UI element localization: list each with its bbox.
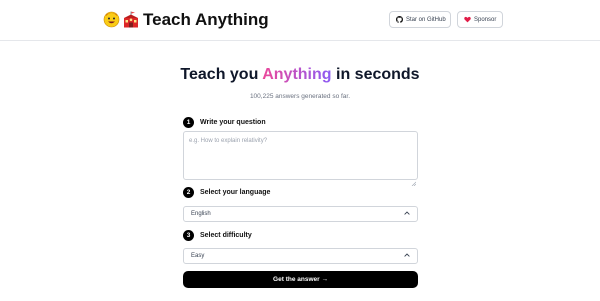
chevron-up-icon (404, 211, 410, 217)
star-on-github-button[interactable]: Star on GitHub (389, 11, 451, 28)
sponsor-button-label: Sponsor (474, 16, 497, 23)
school-icon (122, 11, 139, 28)
language-value: English (191, 211, 211, 217)
hero-headline: Teach you Anything in seconds (0, 66, 600, 84)
heart-icon (464, 16, 471, 23)
app-title[interactable]: Teach Anything (143, 10, 269, 30)
step-number-badge: 2 (183, 187, 194, 198)
step-number-badge: 1 (183, 117, 194, 128)
step-language: 2 Select your language (183, 187, 270, 198)
answer-count-text: 100,225 answers generated so far. (249, 93, 351, 100)
headline-highlight: Anything (262, 66, 332, 83)
question-input[interactable] (183, 131, 418, 180)
difficulty-value: Easy (191, 253, 205, 259)
chevron-up-icon (404, 253, 410, 259)
get-answer-button[interactable]: Get the answer → (183, 271, 418, 288)
resize-handle-icon[interactable] (411, 173, 417, 191)
difficulty-label: Select difficulty (200, 232, 252, 239)
language-label: Select your language (200, 189, 271, 196)
github-icon (396, 16, 403, 23)
sponsor-button[interactable]: Sponsor (457, 11, 503, 28)
headline-prefix: Teach you (180, 66, 259, 83)
step-number-badge: 3 (183, 230, 194, 241)
grinning-face-icon (103, 11, 120, 28)
github-button-label: Star on GitHub (406, 16, 446, 23)
language-select[interactable]: English (183, 206, 418, 222)
step-difficulty: 3 Select difficulty (183, 230, 252, 241)
question-label: Write your question (200, 119, 266, 126)
step-question: 1 Write your question (183, 117, 266, 128)
headline-suffix: in seconds (336, 66, 420, 83)
top-header: Teach Anything Star on GitHub Sponsor (0, 0, 600, 41)
difficulty-select[interactable]: Easy (183, 248, 418, 264)
